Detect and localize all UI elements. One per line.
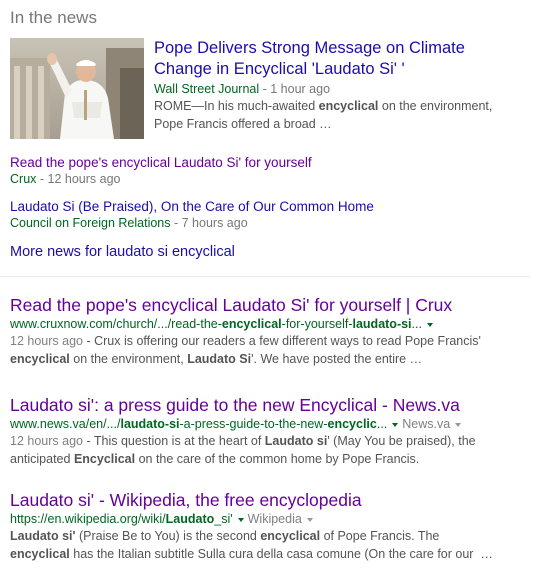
- url-keyword: laudato-si: [352, 317, 412, 331]
- news-story-3-time: - 7 hours ago: [170, 216, 248, 230]
- news-story-2-source: Crux: [10, 172, 37, 186]
- news-story-2-meta: Crux - 12 hours ago: [10, 171, 312, 188]
- result-1-snippet: 12 hours ago - Crux is offering our read…: [10, 333, 535, 368]
- section-divider: [0, 276, 530, 277]
- search-result-2: Laudato si': a press guide to the new En…: [10, 394, 535, 468]
- url-part: _si': [214, 512, 233, 526]
- snippet-text: - Crux is offering our readers a few dif…: [82, 334, 481, 348]
- url-part: -a-press-guide-to-the-new-: [179, 417, 328, 431]
- url-part: https://en.wikipedia.org/wiki/: [10, 512, 166, 526]
- snippet-text: on the care of the common home by Pope F…: [135, 451, 420, 466]
- snippet-text: on the environment,: [69, 351, 188, 366]
- url-part: www.news.va/en/.../: [10, 417, 121, 431]
- snippet-text: ' (May You be praised), the: [327, 434, 476, 448]
- result-1-menu-caret-icon[interactable]: [426, 322, 433, 327]
- snippet-text: has the Italian subtitle Sulla cura dell…: [69, 546, 493, 561]
- result-1-title-link[interactable]: Read the pope's encyclical Laudato Si' f…: [10, 294, 535, 316]
- result-2-title-link[interactable]: Laudato si': a press guide to the new En…: [10, 394, 535, 416]
- snippet-keyword: encyclical: [318, 99, 379, 113]
- result-3-title-link[interactable]: Laudato si' - Wikipedia, the free encycl…: [10, 489, 535, 511]
- pope-photo: [10, 38, 144, 139]
- url-keyword: Laudato: [165, 512, 215, 526]
- snippet-keyword: Laudato si: [264, 434, 328, 448]
- snippet-text: anticipated: [10, 451, 74, 466]
- snippet-text: ROME—In his much-awaited: [154, 99, 319, 113]
- snippet-keyword: encyclical: [10, 546, 70, 561]
- top-story-time: - 1 hour ago: [259, 82, 331, 96]
- snippet-keyword: Laudato si': [10, 529, 76, 543]
- result-3-snippet: Laudato si' (Praise Be to You) is the se…: [10, 528, 535, 563]
- url-keyword: laudato-si: [120, 417, 180, 431]
- snippet-keyword: encyclical: [10, 351, 70, 366]
- search-result-1: Read the pope's encyclical Laudato Si' f…: [10, 294, 535, 368]
- search-result-3: Laudato si' - Wikipedia, the free encycl…: [10, 489, 535, 563]
- snippet-text: (Praise Be to You) is the second: [75, 529, 261, 543]
- snippet-text: on the environment,: [378, 99, 493, 113]
- result-3-menu-caret-icon[interactable]: [237, 517, 244, 522]
- result-2-date: 12 hours ago: [10, 434, 83, 448]
- news-story-3-link[interactable]: Laudato Si (Be Praised), On the Care of …: [10, 198, 374, 215]
- top-story-title-line-1[interactable]: Pope Delivers Strong Message on Climate: [154, 39, 465, 57]
- news-story-3: Laudato Si (Be Praised), On the Care of …: [10, 198, 374, 232]
- result-1-date: 12 hours ago: [10, 334, 83, 348]
- url-keyword: encyclical: [221, 317, 282, 331]
- news-story-3-source: Council on Foreign Relations: [10, 216, 171, 230]
- url-keyword: encyclic: [327, 417, 377, 431]
- more-news-link[interactable]: More news for laudato si encyclical: [10, 244, 235, 260]
- news-story-2-time: - 12 hours ago: [36, 172, 121, 186]
- snippet-text: Pope Francis offered a broad …: [154, 116, 332, 131]
- top-story-source: Wall Street Journal: [154, 82, 260, 96]
- top-story-snippet: ROME—In his much-awaited encyclical on t…: [154, 98, 534, 133]
- top-story-title-line-2[interactable]: Change in Encyclical 'Laudato Si' ': [154, 60, 405, 78]
- result-2-snippet: 12 hours ago - This question is at the h…: [10, 433, 535, 468]
- result-3-site-caret-icon[interactable]: [306, 517, 313, 522]
- url-part: ...: [376, 417, 388, 431]
- top-story-title-link[interactable]: Pope Delivers Strong Message on Climate …: [154, 38, 534, 80]
- url-part: www.cruxnow.com/church/.../read-the-: [10, 317, 222, 331]
- result-2-url: www.news.va/en/.../laudato-si-a-press-gu…: [10, 416, 535, 433]
- news-story-2-link[interactable]: Read the pope's encyclical Laudato Si' f…: [10, 154, 312, 171]
- snippet-text: - This question is at the heart of: [82, 434, 265, 448]
- snippet-keyword: encyclical: [260, 529, 321, 543]
- snippet-text: of Pope Francis. The: [320, 529, 440, 543]
- snippet-keyword: Encyclical: [73, 451, 136, 466]
- in-the-news-heading: In the news: [10, 8, 97, 27]
- snippet-keyword: Laudato Si: [187, 351, 252, 366]
- news-story-3-meta: Council on Foreign Relations - 7 hours a…: [10, 215, 374, 232]
- top-story-source-line: Wall Street Journal - 1 hour ago: [154, 81, 534, 98]
- result-1-url: www.cruxnow.com/church/.../read-the-ency…: [10, 316, 535, 333]
- result-2-site-caret-icon[interactable]: [455, 422, 462, 427]
- url-part: ...: [411, 317, 422, 331]
- news-story-2: Read the pope's encyclical Laudato Si' f…: [10, 154, 312, 188]
- news-thumbnail-image[interactable]: [10, 38, 144, 139]
- result-3-url: https://en.wikipedia.org/wiki/Laudato_si…: [10, 511, 535, 528]
- top-news-story: Pope Delivers Strong Message on Climate …: [154, 38, 534, 133]
- result-3-site-tag: Wikipedia: [247, 512, 302, 526]
- url-part: -for-yourself-: [281, 317, 353, 331]
- snippet-text: '. We have posted the entire …: [251, 351, 423, 366]
- result-2-menu-caret-icon[interactable]: [392, 422, 399, 427]
- result-2-site-tag: News.va: [402, 417, 451, 431]
